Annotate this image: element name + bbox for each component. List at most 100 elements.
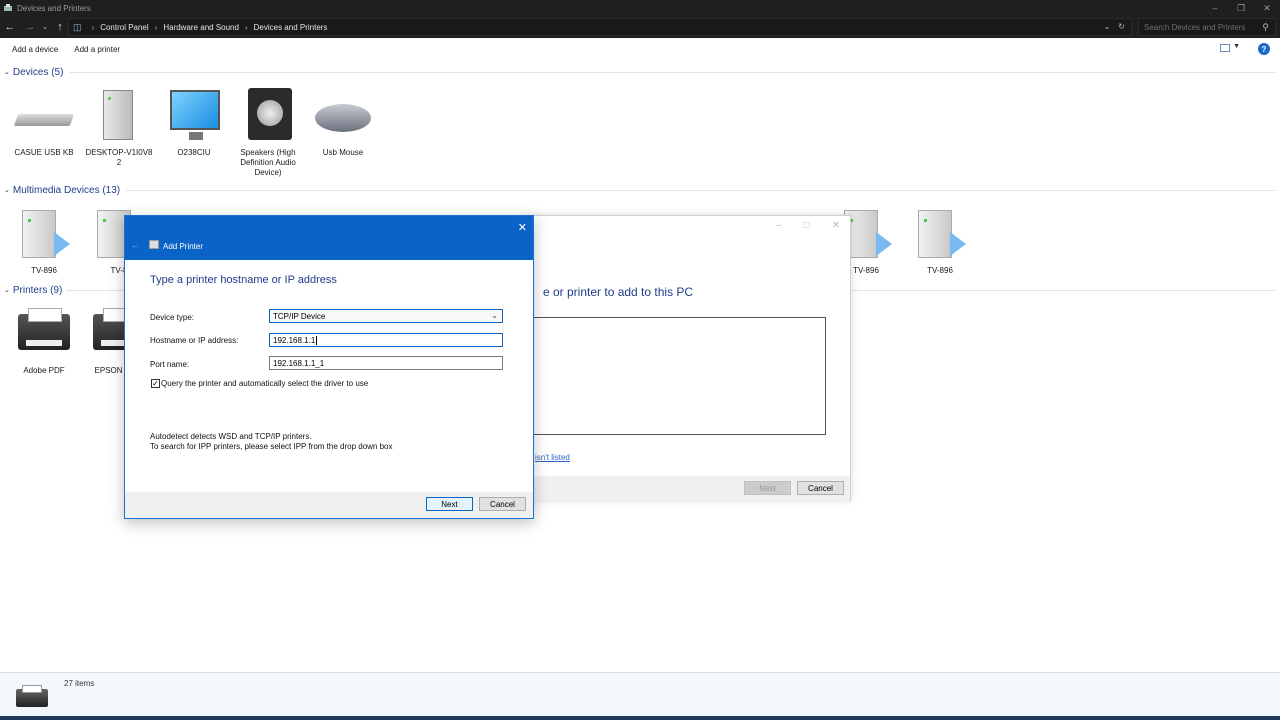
refresh-icon[interactable]: ↻ [1118,22,1125,31]
add-printer-dialog: ✕ ← Add Printer Type a printer hostname … [124,215,534,519]
media-device-icon [910,204,970,262]
device-mouse[interactable]: Usb Mouse [308,86,378,158]
autodetect-note: Autodetect detects WSD and TCP/IP printe… [150,432,312,441]
device-computer[interactable]: DESKTOP-V1I0V8 2 [84,86,154,168]
address-bar[interactable]: ◫ › Control Panel › Hardware and Sound ›… [68,18,1132,36]
devices-section-header[interactable]: ⌄ Devices (5) [4,65,63,79]
breadcrumb-control-panel[interactable]: Control Panel [100,23,148,32]
device-speakers[interactable]: Speakers (High Definition Audio Device) [233,86,303,178]
dialog-heading: Type a printer hostname or IP address [150,274,337,286]
text-caret [316,335,318,345]
query-printer-checkbox[interactable]: ✓ [151,379,160,388]
port-name-value: 192.168.1.1_1 [273,358,325,368]
breadcrumb-separator-icon[interactable]: › [155,23,158,32]
breadcrumb-separator-icon[interactable]: › [245,23,248,32]
multimedia-section-header[interactable]: ⌄ Multimedia Devices (13) [4,183,120,197]
collapse-chevron-icon[interactable]: ⌄ [4,186,10,194]
monitor-icon [164,86,224,144]
status-bar: 27 items [0,672,1280,720]
device-label: CASUE USB KB [14,148,74,157]
window-title: Devices and Printers [17,3,91,13]
control-panel-icon: ◫ [73,21,82,32]
devices-printers-app-icon [3,3,13,13]
hostname-value: 192.168.1.1 [273,335,316,345]
restore-icon[interactable]: ❐ [1228,0,1254,16]
multimedia-device[interactable]: TV-896 [9,204,79,276]
device-label: Adobe PDF [23,366,65,375]
section-divider [70,72,1275,73]
up-arrow-icon[interactable]: ↑ [50,17,70,37]
close-icon[interactable]: ✕ [832,220,840,231]
back-arrow-icon[interactable]: ← [131,240,140,250]
collapse-chevron-icon[interactable]: ⌄ [4,68,10,76]
add-printer-button[interactable]: Add a printer [74,45,120,54]
printers-section-title: Printers (9) [12,284,63,296]
printer-not-listed-link[interactable]: isn't listed [535,453,570,462]
minimize-icon[interactable]: – [776,220,782,231]
multimedia-device[interactable]: TV-896 [905,204,975,276]
recent-dropdown-icon[interactable]: ⌄ [40,17,50,37]
collapse-chevron-icon[interactable]: ⌄ [4,286,10,294]
section-divider [126,190,1275,191]
view-options-icon[interactable] [1220,44,1230,52]
device-type-select[interactable]: TCP/IP Device ⌄ [269,309,503,323]
device-monitor[interactable]: O238CIU [159,86,229,158]
forward-arrow-icon[interactable]: → [20,17,40,37]
devices-section-title: Devices (5) [12,66,64,78]
printer-icon [14,304,74,362]
device-label: Usb Mouse [322,148,364,157]
restore-icon[interactable]: □ [804,220,810,231]
device-label: TV-896 [927,266,953,275]
chevron-down-icon[interactable]: ⌄ [491,311,498,320]
printer-icon [14,683,50,713]
minimize-icon[interactable]: – [1202,0,1228,16]
computer-tower-icon [89,86,149,144]
device-label: DESKTOP-V1I0V8 2 [85,148,153,167]
port-name-input[interactable]: 192.168.1.1_1 [269,356,503,370]
device-keyboard[interactable]: CASUE USB KB [9,86,79,158]
multimedia-section-title: Multimedia Devices (13) [12,184,121,196]
mouse-icon [313,86,373,144]
address-dropdown-icon[interactable]: ⌄ [1104,22,1111,31]
breadcrumb-devices-printers[interactable]: Devices and Printers [254,23,328,32]
address-toolbar: ← → ⌄ ↑ ◫ › Control Panel › Hardware and… [0,16,1280,38]
background-next-button[interactable]: Next [744,481,791,495]
background-cancel-button[interactable]: Cancel [797,481,844,495]
dialog-title: Add Printer [163,242,204,251]
printer-icon [149,240,159,249]
device-label: TV-896 [31,266,57,275]
breadcrumb-hardware-sound[interactable]: Hardware and Sound [163,23,239,32]
window-titlebar: Devices and Printers – ❐ ✕ [0,0,1280,16]
back-arrow-icon[interactable]: ← [0,17,20,37]
close-icon[interactable]: ✕ [518,221,527,234]
help-icon[interactable]: ? [1258,43,1270,55]
search-input[interactable]: Search Devices and Printers ⚲ [1138,18,1276,36]
dialog-header: ✕ ← Add Printer [125,216,533,260]
keyboard-icon [13,86,75,144]
query-printer-label[interactable]: Query the printer and automatically sele… [161,379,368,388]
cancel-button[interactable]: Cancel [479,497,526,511]
search-placeholder: Search Devices and Printers [1144,22,1246,32]
breadcrumb-separator-icon[interactable]: › [92,23,95,32]
taskbar-edge [0,716,1280,720]
speaker-icon [238,86,298,144]
device-list-box[interactable] [533,317,826,435]
view-dropdown-icon[interactable]: ▼ [1233,43,1240,50]
add-device-button[interactable]: Add a device [12,45,58,54]
background-dialog-heading: e or printer to add to this PC [543,285,694,299]
device-label: Speakers (High Definition Audio Device) [240,148,296,177]
command-bar: Add a device Add a printer ▼ ? [0,38,1280,60]
device-type-label: Device type: [150,313,195,322]
search-icon[interactable]: ⚲ [1262,22,1269,33]
printer-adobe-pdf[interactable]: Adobe PDF [9,304,79,376]
hostname-input[interactable]: 192.168.1.1 [269,333,503,347]
close-icon[interactable]: ✕ [1254,0,1280,16]
printers-section-header[interactable]: ⌄ Printers (9) [4,283,62,297]
port-name-label: Port name: [150,360,190,369]
hostname-label: Hostname or IP address: [150,336,239,345]
background-add-device-dialog: – □ ✕ e or printer to add to this PC isn… [527,215,851,501]
device-type-value: TCP/IP Device [273,311,326,321]
next-button[interactable]: Next [426,497,473,511]
ipp-note: To search for IPP printers, please selec… [150,442,393,451]
items-count: 27 items [64,679,95,688]
